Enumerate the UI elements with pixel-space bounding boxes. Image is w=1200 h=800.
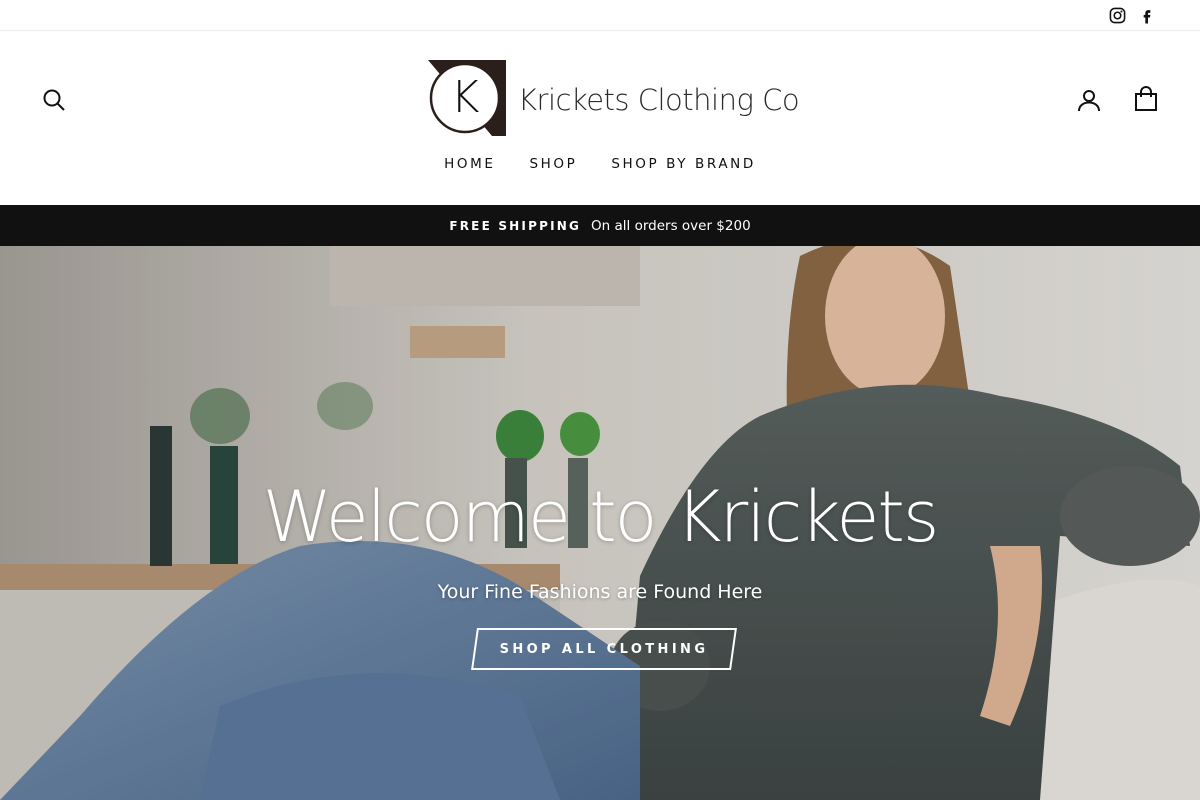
logo-letter: K xyxy=(451,72,480,123)
hero-subtitle: Your Fine Fashions are Found Here xyxy=(437,581,763,603)
site-logo[interactable]: K Krickets Clothing Co xyxy=(428,60,800,140)
instagram-icon[interactable] xyxy=(1108,6,1126,24)
shop-all-clothing-button[interactable]: SHOP ALL CLOTHING xyxy=(471,628,737,670)
main-nav: HOME SHOP SHOP BY BRAND xyxy=(0,156,1200,172)
nav-shop[interactable]: SHOP xyxy=(513,156,595,172)
hero-banner: Welcome to Krickets Your Fine Fashions a… xyxy=(0,246,1200,800)
hero-title: Welcome to Krickets xyxy=(262,476,940,558)
announcement-bar[interactable]: FREE SHIPPING On all orders over $200 xyxy=(0,205,1200,246)
search-icon[interactable] xyxy=(41,87,67,113)
logo-mark-icon: K xyxy=(428,60,510,140)
shopping-bag-icon[interactable] xyxy=(1133,86,1159,112)
logo-text: Krickets Clothing Co xyxy=(518,83,800,117)
site-header: K Krickets Clothing Co HOME SHOP SHOP BY… xyxy=(0,31,1200,205)
nav-home[interactable]: HOME xyxy=(427,156,512,172)
button-label: SHOP ALL CLOTHING xyxy=(499,641,709,657)
user-icon[interactable] xyxy=(1076,87,1102,113)
utility-bar xyxy=(0,0,1200,31)
announcement-heading: FREE SHIPPING xyxy=(449,218,582,233)
announcement-text: On all orders over $200 xyxy=(591,217,751,234)
facebook-icon[interactable] xyxy=(1138,6,1156,24)
nav-shop-by-brand[interactable]: SHOP BY BRAND xyxy=(594,156,772,172)
